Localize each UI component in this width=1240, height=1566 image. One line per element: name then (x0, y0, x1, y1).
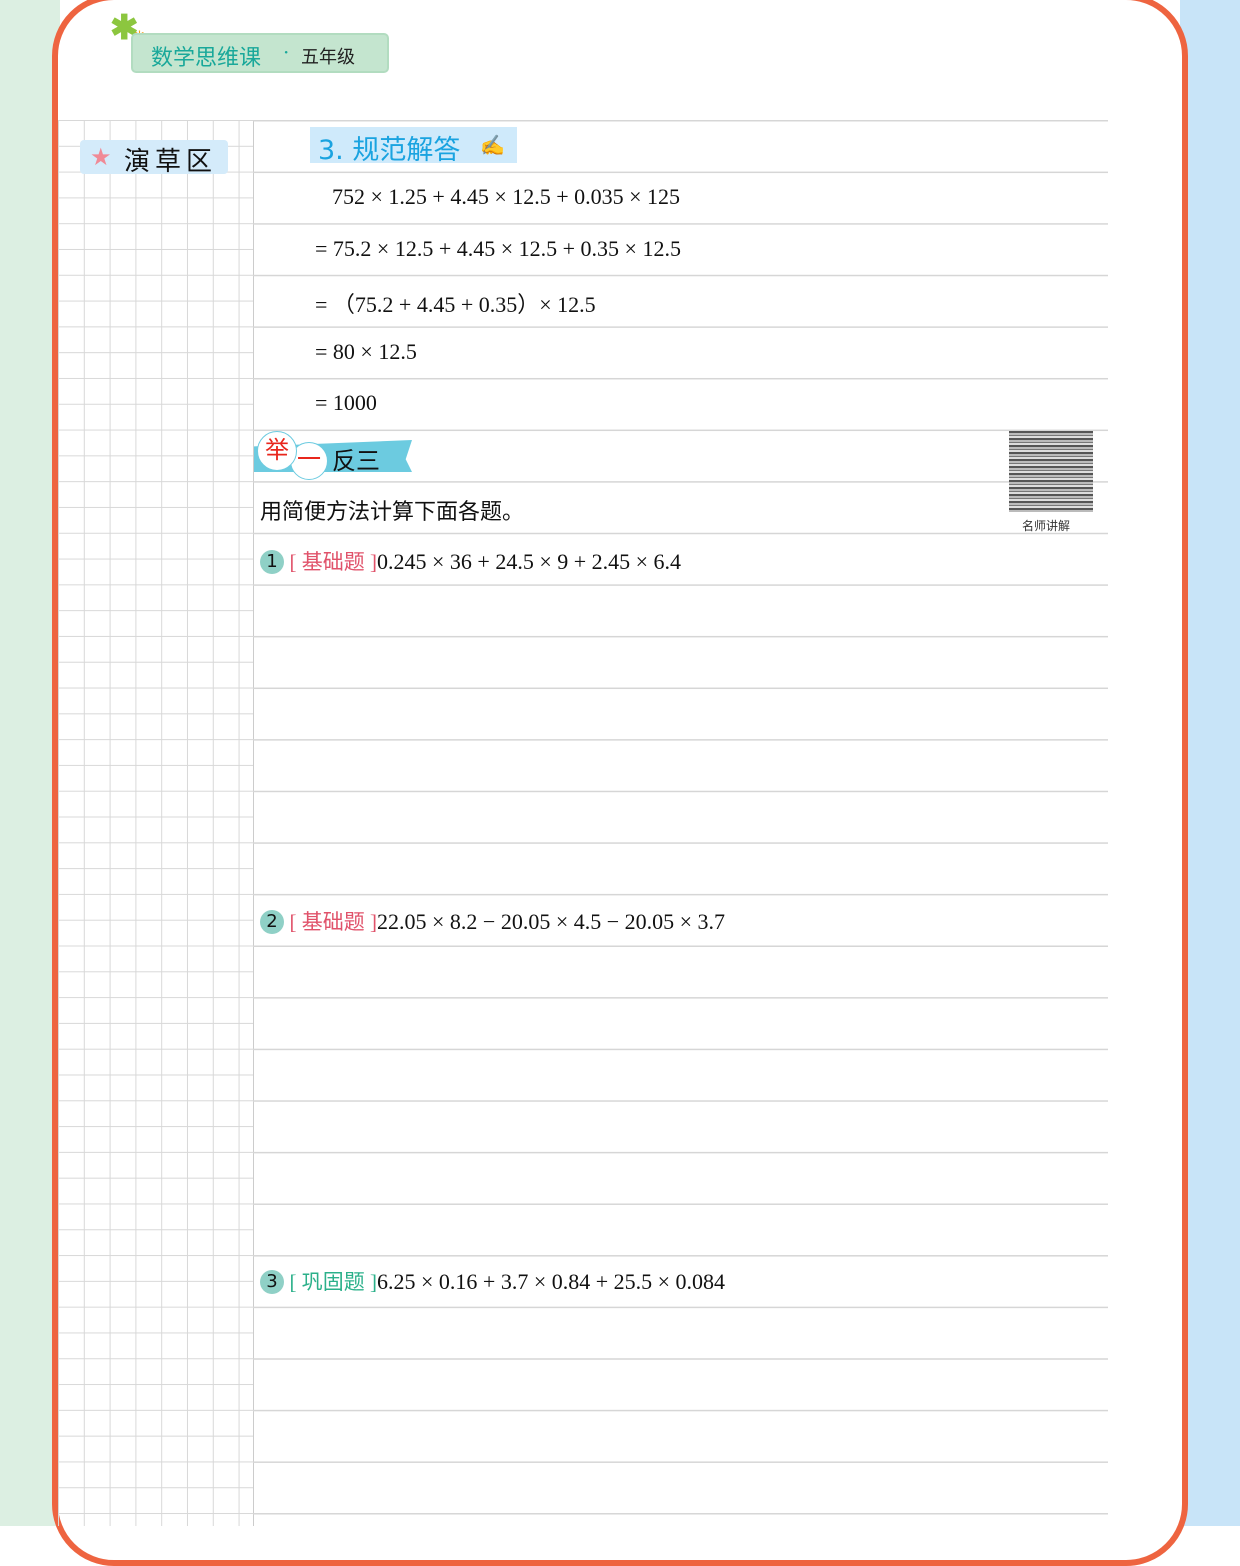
series-title: 数学思维课 (151, 46, 262, 71)
solution-line: = （75.2 + 4.45 + 0.35）× 12.5 (315, 292, 596, 317)
question-number: 1 (260, 550, 284, 574)
question-number: 2 (260, 910, 284, 934)
solution-line: = 1000 (315, 390, 377, 415)
draft-grid (58, 120, 254, 1526)
instruction: 用简便方法计算下面各题。 (260, 500, 525, 525)
pen-writing-icon: ✍ (480, 133, 505, 157)
question-3: 3 [ 巩固题 ]6.25 × 0.16 + 3.7 × 0.84 + 25.5… (260, 1266, 725, 1296)
draft-area-label: ★ 演草区 (80, 140, 228, 177)
question-tag: [ 巩固题 ] (289, 1270, 378, 1294)
left-background (0, 0, 60, 1526)
dot-separator: · (283, 40, 290, 64)
question-number: 3 (260, 1270, 284, 1294)
question-tag: [ 基础题 ] (289, 910, 378, 934)
section-heading: 3. 规范解答 ✍ (310, 127, 517, 166)
question-1: 1 [ 基础题 ]0.245 × 36 + 24.5 × 9 + 2.45 × … (260, 546, 681, 576)
grade: 五年级 (301, 47, 355, 68)
solution-line: = 80 × 12.5 (315, 339, 417, 364)
star-icon: ★ (90, 143, 112, 171)
draft-label-text: 演草区 (124, 147, 218, 177)
question-expression: 6.25 × 0.16 + 3.7 × 0.84 + 25.5 × 0.084 (377, 1269, 726, 1294)
question-expression: 22.05 × 8.2 − 20.05 × 4.5 − 20.05 × 3.7 (377, 909, 726, 934)
question-expression: 0.245 × 36 + 24.5 × 9 + 2.45 × 6.4 (377, 549, 682, 574)
question-2: 2 [ 基础题 ]22.05 × 8.2 − 20.05 × 4.5 − 20.… (260, 906, 725, 936)
practice-char-1: 举 (257, 431, 297, 471)
qr-caption: 名师讲解 (1022, 519, 1071, 533)
question-tag: [ 基础题 ] (289, 550, 378, 574)
header-badge: 数学思维课 · 五年级 (131, 33, 389, 73)
qr-code[interactable] (1009, 431, 1093, 512)
ruled-lines (253, 120, 1108, 1526)
practice-title: 反三 (332, 447, 380, 475)
right-background (1180, 0, 1240, 1526)
solution-line: 752 × 1.25 + 4.45 × 12.5 + 0.035 × 125 (332, 184, 681, 209)
section-title: 3. 规范解答 (318, 135, 461, 166)
solution-line: = 75.2 × 12.5 + 4.45 × 12.5 + 0.35 × 12.… (315, 236, 681, 261)
